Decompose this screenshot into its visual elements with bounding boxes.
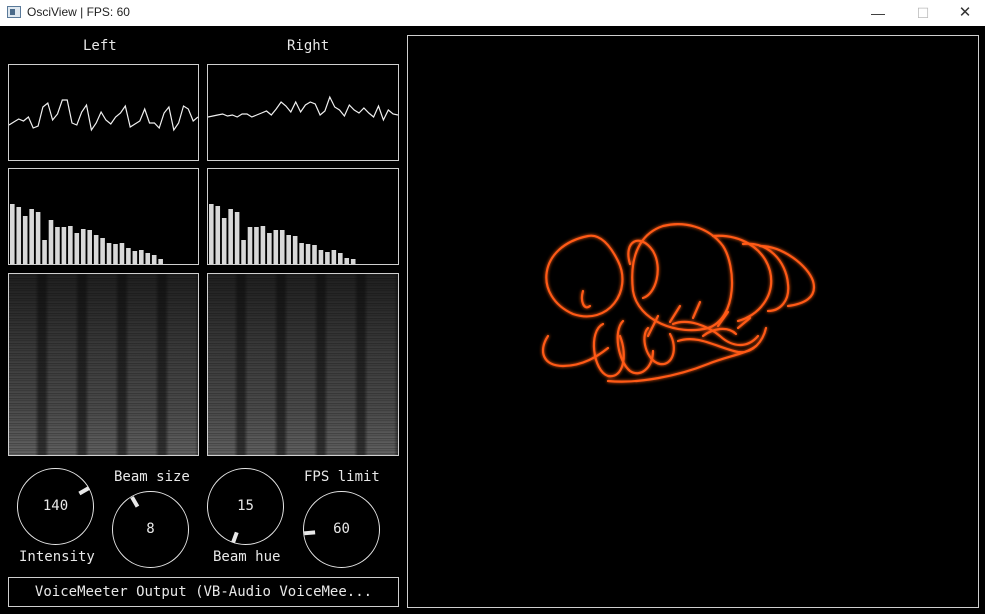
spectrum-bar [100,238,105,264]
spectrum-bar [48,220,54,264]
oscilloscope-display [407,35,979,608]
right-waveform-graph [208,95,398,122]
spectrum-bar [145,253,151,264]
intensity-value: 140 [42,498,69,514]
spectrum-bar [132,251,138,264]
close-button[interactable]: ✕ [942,0,985,26]
spectrum-bar [254,227,259,264]
right-spectrum-bars [209,204,356,264]
intensity-knob-indicator [77,485,90,495]
spectrum-bar [331,250,337,264]
oscilloscope-beam-drawing [541,223,816,383]
audio-device-selector[interactable]: VoiceMeeter Output (VB-Audio VoiceMee... [8,577,399,607]
minimize-button[interactable]: — [855,0,901,26]
fps-limit-value: 60 [333,521,350,537]
spectrum-bar [113,244,118,264]
spectrum-bar [80,229,86,264]
fps-limit-label: FPS limit [304,469,380,485]
spectrum-bar [228,209,233,264]
spectrum-bar [119,243,125,264]
beam-hue-knob-indicator [230,531,239,543]
spectrum-bar [61,227,67,264]
spectrum-bar [93,235,99,264]
spectrum-bar [215,206,221,264]
spectrum-bar [279,230,285,264]
spectrum-bar [241,240,246,264]
spectrum-bar [338,253,343,264]
spectrum-bar [42,240,47,264]
spectrum-bar [209,204,214,264]
spectrum-bar [87,230,92,264]
beam-trace [541,223,816,383]
spectrum-bar [273,230,279,264]
spectrum-bar [344,258,350,264]
beam-hue-label: Beam hue [213,549,281,565]
spectrum-bar [221,218,227,264]
spectrum-bar [318,250,324,264]
spectrum-bar [292,236,298,264]
spectrum-bar [350,259,356,264]
right-waveform-line [208,95,398,122]
spectrum-bar [16,207,22,264]
left-waveform-panel [8,64,199,161]
spectrum-bar [299,243,304,264]
right-spectrum-panel [207,168,399,265]
title-bar: OsciView | FPS: 60 — ☐ ✕ [0,0,985,26]
beam-hue-knob[interactable]: 15 [207,468,284,545]
spectrum-bar [151,255,157,264]
beam-hue-value: 15 [237,498,254,514]
spectrum-bar [55,227,60,264]
left-waveform-graph [9,99,198,132]
app-icon [7,6,21,18]
left-waveform-line [9,99,198,132]
window-title: OsciView | FPS: 60 [27,5,130,19]
spectrum-bar [68,226,73,264]
spectrum-bar [260,226,266,264]
right-channel-label: Right [287,38,330,54]
left-spectrum-panel [8,168,199,265]
beam-size-label: Beam size [114,469,190,485]
spectrum-bar [286,235,291,264]
right-spectrogram [207,273,399,456]
left-spectrogram [8,273,199,456]
spectrum-bar [22,216,28,264]
spectrum-bar [247,227,253,264]
spectrum-bar [267,233,272,264]
spectrum-bar [158,259,163,264]
spectrum-bar [106,243,112,264]
left-spectrum-bars [10,204,163,264]
spectrum-bar [126,248,131,264]
fps-limit-knob[interactable]: 60 [303,491,380,568]
spectrum-bar [35,212,41,264]
spectrum-bar [312,245,317,264]
intensity-knob[interactable]: 140 [17,468,94,545]
maximize-button[interactable]: ☐ [900,0,946,26]
spectrum-bar [29,209,34,264]
spectrum-bar [139,250,144,264]
spectrum-bar [74,233,80,264]
intensity-label: Intensity [19,549,95,565]
left-channel-label: Left [83,38,117,54]
beam-size-value: 8 [146,521,155,537]
spectrum-bar [10,204,15,264]
spectrum-bar [325,252,330,264]
spectrum-bar [305,244,311,264]
beam-size-knob-indicator [129,495,139,508]
spectrum-bar [234,212,240,264]
beam-size-knob[interactable]: 8 [112,491,189,568]
right-waveform-panel [207,64,399,161]
